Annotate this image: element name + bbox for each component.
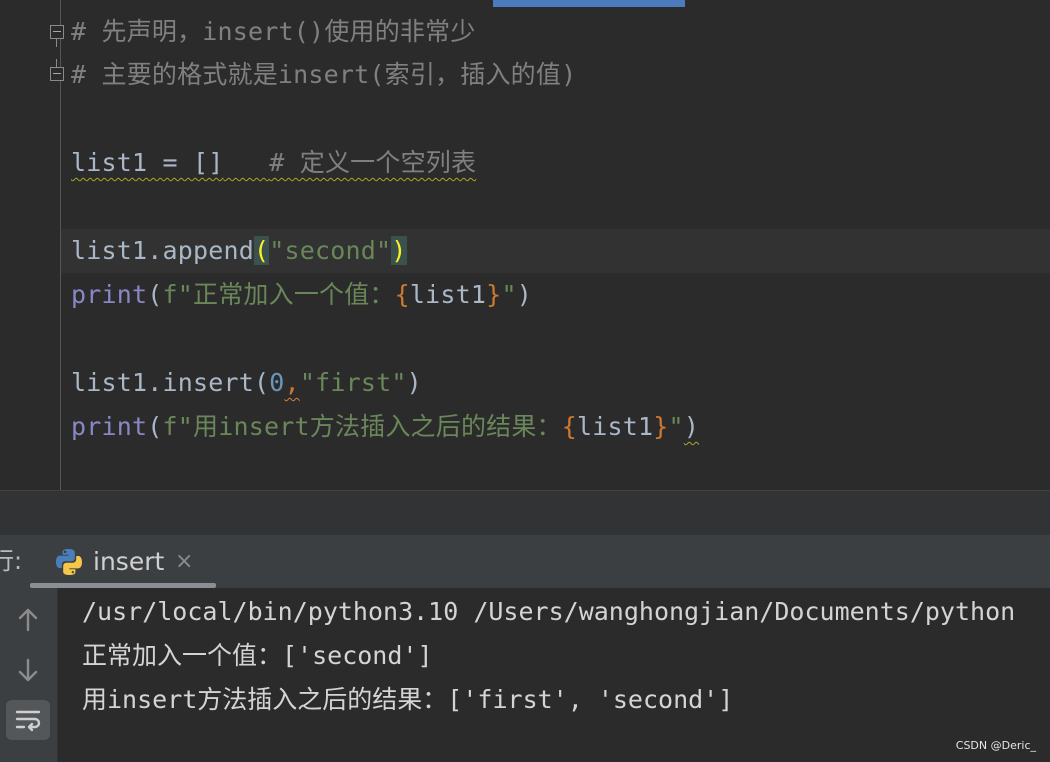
fold-toggle-icon[interactable] (50, 67, 64, 81)
fold-stem (56, 59, 57, 67)
fstring-brace: { (561, 412, 578, 441)
fold-toggle-icon[interactable] (50, 25, 64, 39)
matched-bracket: ) (391, 236, 407, 265)
paren: ) (516, 280, 532, 309)
run-tool-window-header: 行: insert × (0, 535, 1050, 588)
fstring-text: f"正常加入一个值： (162, 280, 395, 309)
comma-warning: , (284, 368, 300, 397)
paren: ( (147, 280, 163, 309)
builtin-print: print (71, 280, 148, 309)
soft-wrap-button[interactable] (6, 700, 50, 740)
paren: ( (254, 368, 270, 397)
fold-stem (56, 39, 57, 47)
console-output-line: /usr/local/bin/python3.10 /Users/wanghon… (82, 597, 1016, 626)
close-icon[interactable]: × (175, 535, 193, 588)
watermark: CSDN @Deric_ (955, 739, 1036, 752)
arrow-down-icon (18, 658, 38, 682)
fstring-text: " (501, 280, 517, 309)
method-call: list1.append (71, 236, 255, 265)
fstring-brace: { (394, 280, 410, 309)
console-output-line: 用insert方法插入之后的结果：['first', 'second'] (82, 685, 734, 714)
paren: ) (406, 368, 422, 397)
code-statement: list1 = [] # 定义一个空列表 (71, 148, 476, 177)
fstring-text: f"用insert方法插入之后的结果： (162, 412, 562, 441)
code-line-3[interactable]: list1 = [] # 定义一个空列表 (71, 141, 476, 185)
run-console[interactable]: /usr/local/bin/python3.10 /Users/wanghon… (0, 588, 1050, 762)
comment: # 先声明，insert()使用的非常少 (71, 17, 476, 46)
code-line-6[interactable]: list1.insert(0,"first") (71, 361, 422, 405)
paren: ) (683, 412, 700, 441)
fstring-variable: list1 (577, 412, 654, 441)
arrow-up-icon (18, 608, 38, 632)
fstring-brace: } (486, 280, 502, 309)
scroll-down-button[interactable] (6, 650, 50, 690)
run-tab-label: insert (93, 547, 165, 576)
fstring-text: " (668, 412, 684, 441)
code-line-5[interactable]: print(f"正常加入一个值：{list1}") (71, 273, 532, 317)
comment: # 主要的格式就是insert(索引，插入的值) (71, 60, 577, 89)
soft-wrap-icon (15, 710, 41, 732)
python-icon (56, 549, 82, 575)
code-text: list1 = [] (71, 148, 224, 177)
paren: ( (147, 412, 163, 441)
code-line-1[interactable]: # 先声明，insert()使用的非常少 (71, 10, 476, 54)
method-call: list1.insert (71, 368, 255, 397)
code-line-2[interactable]: # 主要的格式就是insert(索引，插入的值) (71, 53, 576, 97)
number-literal: 0 (269, 368, 285, 397)
scroll-up-button[interactable] (6, 600, 50, 640)
fstring-variable: list1 (409, 280, 487, 309)
console-toolbar (0, 588, 58, 762)
code-editor[interactable]: # 先声明，insert()使用的非常少 # 主要的格式就是insert(索引，… (0, 0, 1050, 490)
fstring-brace: } (653, 412, 669, 441)
string-literal: "second" (269, 236, 392, 265)
comment: # 定义一个空列表 (269, 148, 477, 177)
code-line-7[interactable]: print(f"用insert方法插入之后的结果：{list1}") (71, 405, 699, 449)
toolbar-more-button[interactable] (6, 750, 50, 762)
editor-scroll-indicator[interactable] (493, 0, 685, 7)
matched-bracket: ( (254, 236, 270, 265)
code-line-4[interactable]: list1.append("second") (71, 229, 407, 273)
panel-splitter[interactable] (0, 490, 1050, 535)
string-literal: "first" (299, 368, 407, 397)
run-label: 行: (0, 547, 23, 575)
console-output-line: 正常加入一个值：['second'] (82, 641, 433, 670)
builtin-print: print (71, 412, 148, 441)
